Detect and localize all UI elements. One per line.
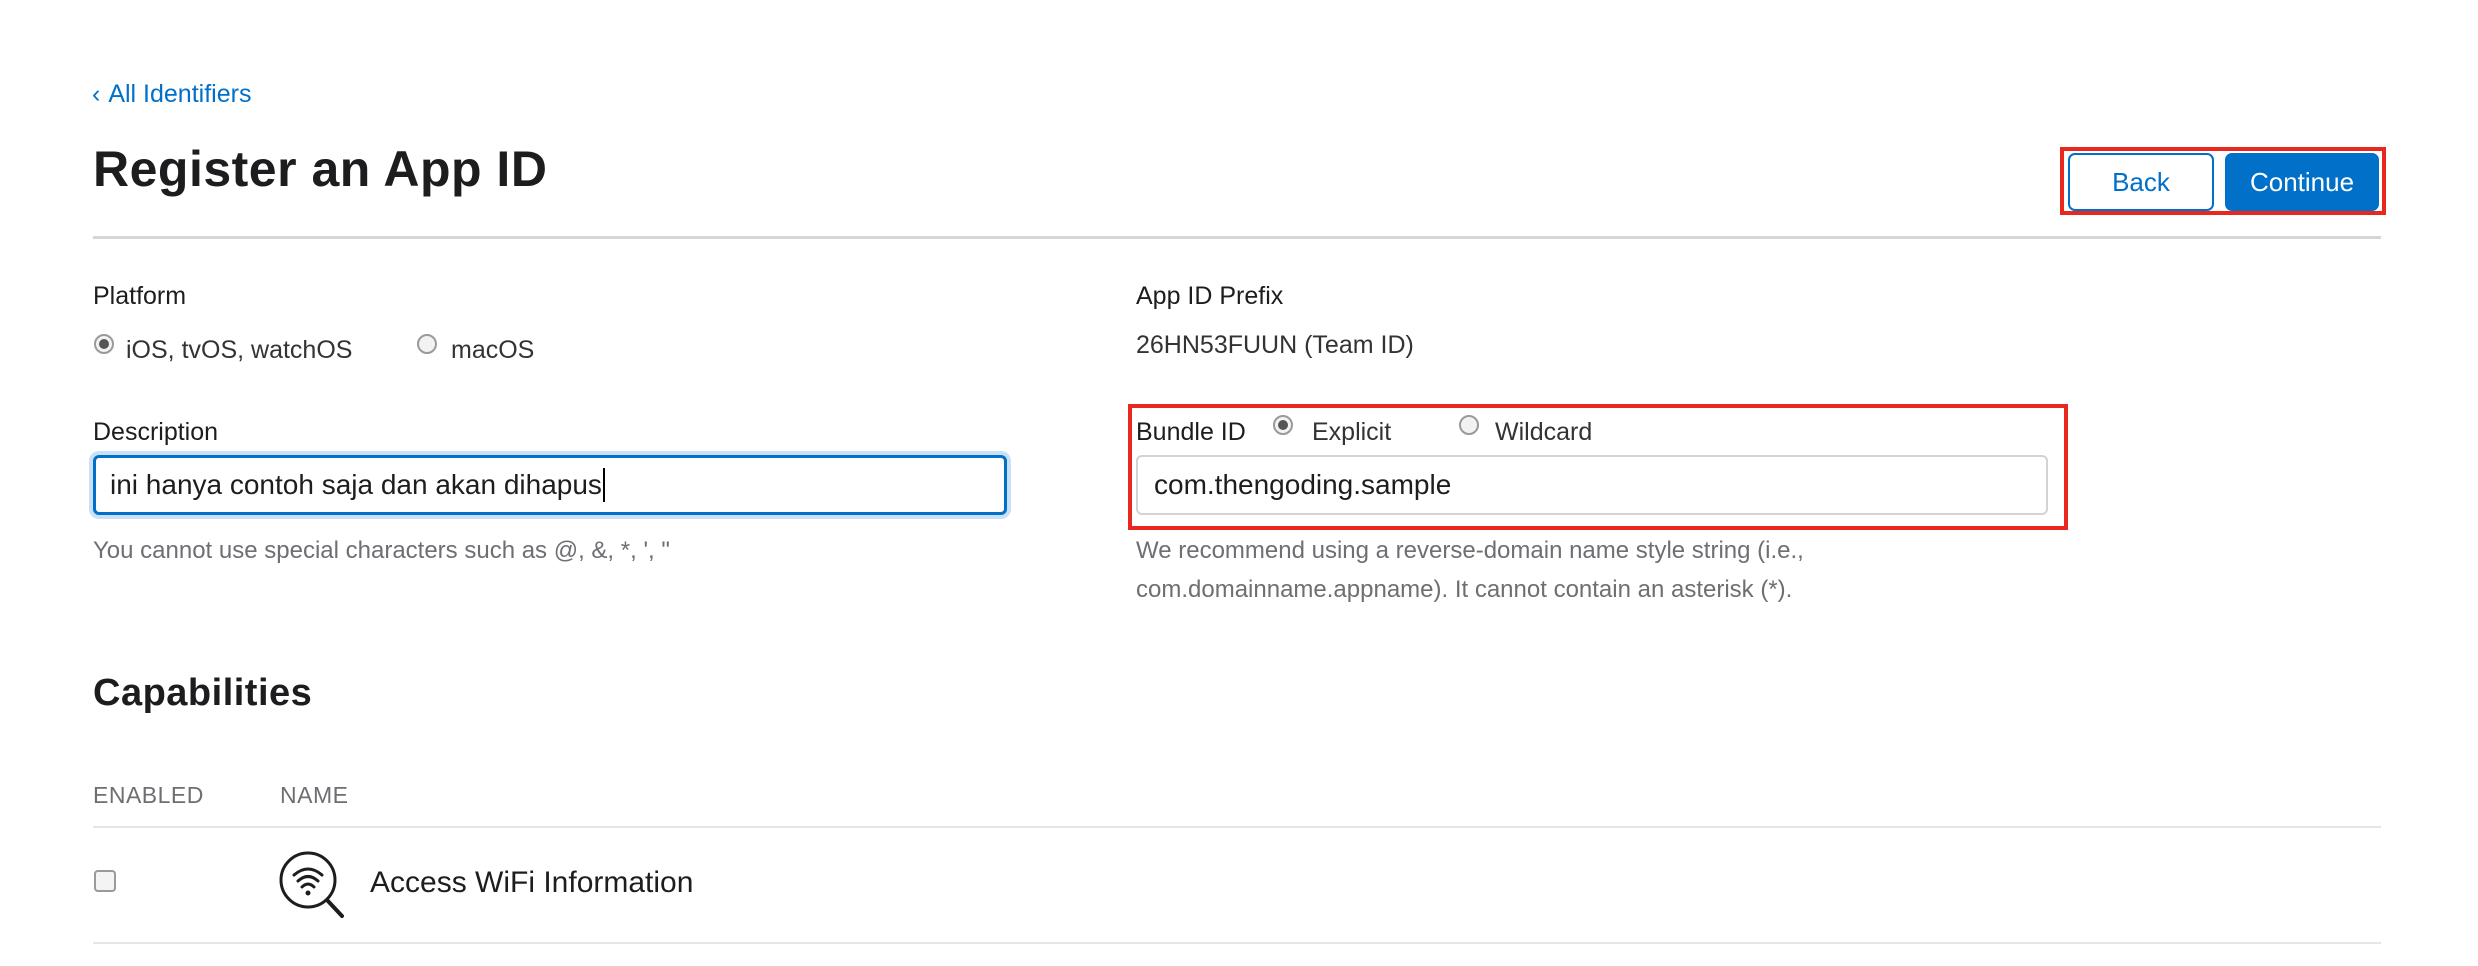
app-id-prefix-value: 26HN53FUUN (Team ID) bbox=[1136, 331, 1414, 359]
table-header-divider bbox=[93, 826, 2381, 828]
bundle-id-input[interactable]: com.thengoding.sample bbox=[1136, 455, 2048, 515]
column-header-enabled: ENABLED bbox=[93, 782, 204, 808]
capability-name: Access WiFi Information bbox=[370, 866, 694, 899]
platform-option-macos-label: macOS bbox=[451, 336, 535, 364]
header-divider bbox=[93, 236, 2381, 239]
continue-button[interactable]: Continue bbox=[2225, 153, 2379, 211]
bundle-id-wildcard-label: Wildcard bbox=[1495, 418, 1593, 446]
description-label: Description bbox=[93, 418, 219, 446]
bundle-id-radio-wildcard[interactable] bbox=[1459, 415, 1479, 435]
wifi-search-icon bbox=[278, 850, 348, 920]
bundle-id-input-value: com.thengoding.sample bbox=[1154, 469, 1452, 500]
text-caret bbox=[602, 468, 605, 502]
chevron-left-icon: ‹ bbox=[92, 80, 101, 108]
description-input-value: ini hanya contoh saja dan akan dihapus bbox=[110, 469, 602, 500]
back-button[interactable]: Back bbox=[2068, 153, 2214, 211]
description-input[interactable]: ini hanya contoh saja dan akan dihapus bbox=[93, 455, 1007, 515]
all-identifiers-link[interactable]: ‹ All Identifiers bbox=[92, 80, 251, 109]
bundle-id-hint-line1: We recommend using a reverse-domain name… bbox=[1136, 537, 1804, 564]
capability-enabled-checkbox[interactable] bbox=[94, 870, 116, 892]
platform-radio-ios[interactable] bbox=[94, 334, 114, 354]
capabilities-title: Capabilities bbox=[93, 672, 313, 714]
bundle-id-radio-explicit[interactable] bbox=[1273, 415, 1293, 435]
table-row-divider bbox=[93, 942, 2381, 944]
column-header-name: NAME bbox=[280, 782, 349, 808]
description-hint: You cannot use special characters such a… bbox=[93, 537, 670, 564]
bundle-id-hint-line2: com.domainname.appname). It cannot conta… bbox=[1136, 576, 1793, 603]
platform-option-ios-label: iOS, tvOS, watchOS bbox=[126, 336, 353, 364]
all-identifiers-label: All Identifiers bbox=[108, 80, 252, 108]
bundle-id-explicit-label: Explicit bbox=[1312, 418, 1392, 446]
platform-label: Platform bbox=[93, 282, 187, 310]
page-title: Register an App ID bbox=[93, 141, 548, 197]
bundle-id-label: Bundle ID bbox=[1136, 418, 1246, 446]
platform-radio-macos[interactable] bbox=[417, 334, 437, 354]
app-id-prefix-label: App ID Prefix bbox=[1136, 282, 1284, 310]
